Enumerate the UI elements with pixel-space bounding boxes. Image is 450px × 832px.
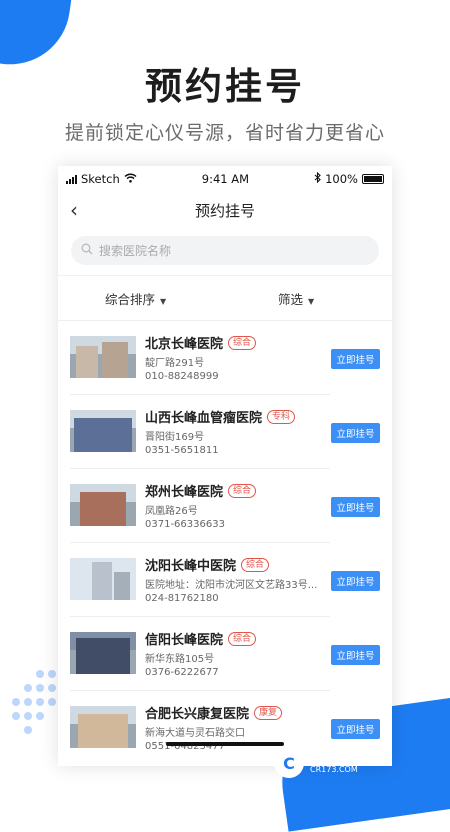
battery-icon xyxy=(361,174,384,184)
list-item[interactable]: 北京长峰医院 综合 靛厂路291号 010-88248999 立即挂号 xyxy=(58,321,392,395)
caret-down-icon: ▼ xyxy=(308,296,315,306)
hospital-address: 新华东路105号 xyxy=(145,654,215,665)
signal-icon xyxy=(66,174,77,184)
filter-dropdown[interactable]: 筛选 ▼ xyxy=(278,289,314,308)
hospital-name: 信阳长峰医院 xyxy=(145,633,224,648)
home-indicator xyxy=(166,742,284,746)
hospital-list: 北京长峰医院 综合 靛厂路291号 010-88248999 立即挂号 山西长峰血… xyxy=(58,321,392,765)
hospital-phone: 024-81762180 xyxy=(145,593,219,604)
filter-bar: 综合排序 ▼ 筛选 ▼ xyxy=(58,275,392,321)
hospital-name: 郑州长峰医院 xyxy=(145,485,224,500)
hospital-photo xyxy=(70,706,136,748)
hospital-photo xyxy=(70,410,136,452)
register-button[interactable]: 立即挂号 xyxy=(331,497,380,517)
status-time: 9:41 AM xyxy=(201,172,250,186)
hospital-phone: 010-88248999 xyxy=(145,371,219,382)
hospital-address: 凤凰路26号 xyxy=(145,506,198,517)
hospital-address: 新海大道与灵石路交口 xyxy=(145,728,245,739)
list-item[interactable]: 郑州长峰医院 综合 凤凰路26号 0371-66336633 立即挂号 xyxy=(58,469,392,543)
hospital-name: 沈阳长峰中医院 xyxy=(145,559,237,574)
category-tag: 综合 xyxy=(241,557,270,572)
search-icon xyxy=(81,243,93,258)
category-tag: 专科 xyxy=(267,409,296,424)
sort-label: 综合排序 xyxy=(105,291,156,307)
back-icon[interactable]: ‹ xyxy=(70,198,78,222)
phone-frame: Sketch 9:41 AM 100% ‹ 预约挂号 搜索医院名称 综合排序 ▼ … xyxy=(58,166,392,766)
register-button[interactable]: 立即挂号 xyxy=(331,571,380,591)
search-input[interactable]: 搜索医院名称 xyxy=(71,236,379,265)
category-tag: 康复 xyxy=(254,705,283,720)
hospital-name: 山西长峰血管瘤医院 xyxy=(145,411,263,426)
list-item[interactable]: 山西长峰血管瘤医院 专科 晋阳街169号 0351-5651811 立即挂号 xyxy=(58,395,392,469)
hospital-phone: 0351-5651811 xyxy=(145,445,219,456)
filter-label: 筛选 xyxy=(278,291,304,307)
register-button[interactable]: 立即挂号 xyxy=(331,645,380,665)
hospital-phone: 0371-66336633 xyxy=(145,519,225,530)
hero-title: 预约挂号 xyxy=(145,65,305,108)
register-button[interactable]: 立即挂号 xyxy=(331,423,380,443)
list-item[interactable]: 信阳长峰医院 综合 新华东路105号 0376-6222677 立即挂号 xyxy=(58,617,392,691)
list-item[interactable]: 沈阳长峰中医院 综合 医院地址：沈阳市沈河区文艺路33号... 024-81762… xyxy=(58,543,392,617)
category-tag: 综合 xyxy=(228,631,257,646)
wifi-icon xyxy=(124,172,137,186)
sort-dropdown[interactable]: 综合排序 ▼ xyxy=(105,289,166,308)
register-button[interactable]: 立即挂号 xyxy=(331,349,380,369)
hospital-address: 靛厂路291号 xyxy=(145,358,205,369)
status-bar: Sketch 9:41 AM 100% xyxy=(58,166,392,192)
category-tag: 综合 xyxy=(228,335,257,350)
bluetooth-icon xyxy=(314,171,321,186)
hospital-name: 北京长峰医院 xyxy=(145,337,224,352)
hospital-photo xyxy=(70,336,136,378)
watermark: C 西西软件园 CR173.COM xyxy=(274,747,434,779)
hospital-phone: 0376-6222677 xyxy=(145,667,219,678)
search-placeholder: 搜索医院名称 xyxy=(99,244,172,258)
hospital-photo xyxy=(70,632,136,674)
carrier-label: Sketch xyxy=(81,172,120,186)
hospital-address: 医院地址：沈阳市沈河区文艺路33号... xyxy=(145,580,318,591)
page-title: 预约挂号 xyxy=(194,201,255,220)
caret-down-icon: ▼ xyxy=(160,296,167,306)
watermark-domain: CR173.COM xyxy=(310,765,358,774)
hero-subtitle: 提前锁定心仪号源，省时省力更省心 xyxy=(64,122,385,144)
watermark-logo: C xyxy=(274,748,304,778)
hospital-address: 晋阳街169号 xyxy=(145,432,205,443)
battery-percent: 100% xyxy=(325,172,358,186)
category-tag: 综合 xyxy=(228,483,257,498)
hospital-name: 合肥长兴康复医院 xyxy=(145,707,250,722)
hospital-photo xyxy=(70,484,136,526)
nav-bar: ‹ 预约挂号 xyxy=(58,192,392,228)
register-button[interactable]: 立即挂号 xyxy=(331,719,380,739)
hospital-photo xyxy=(70,558,136,600)
decor-dots xyxy=(4,668,60,738)
